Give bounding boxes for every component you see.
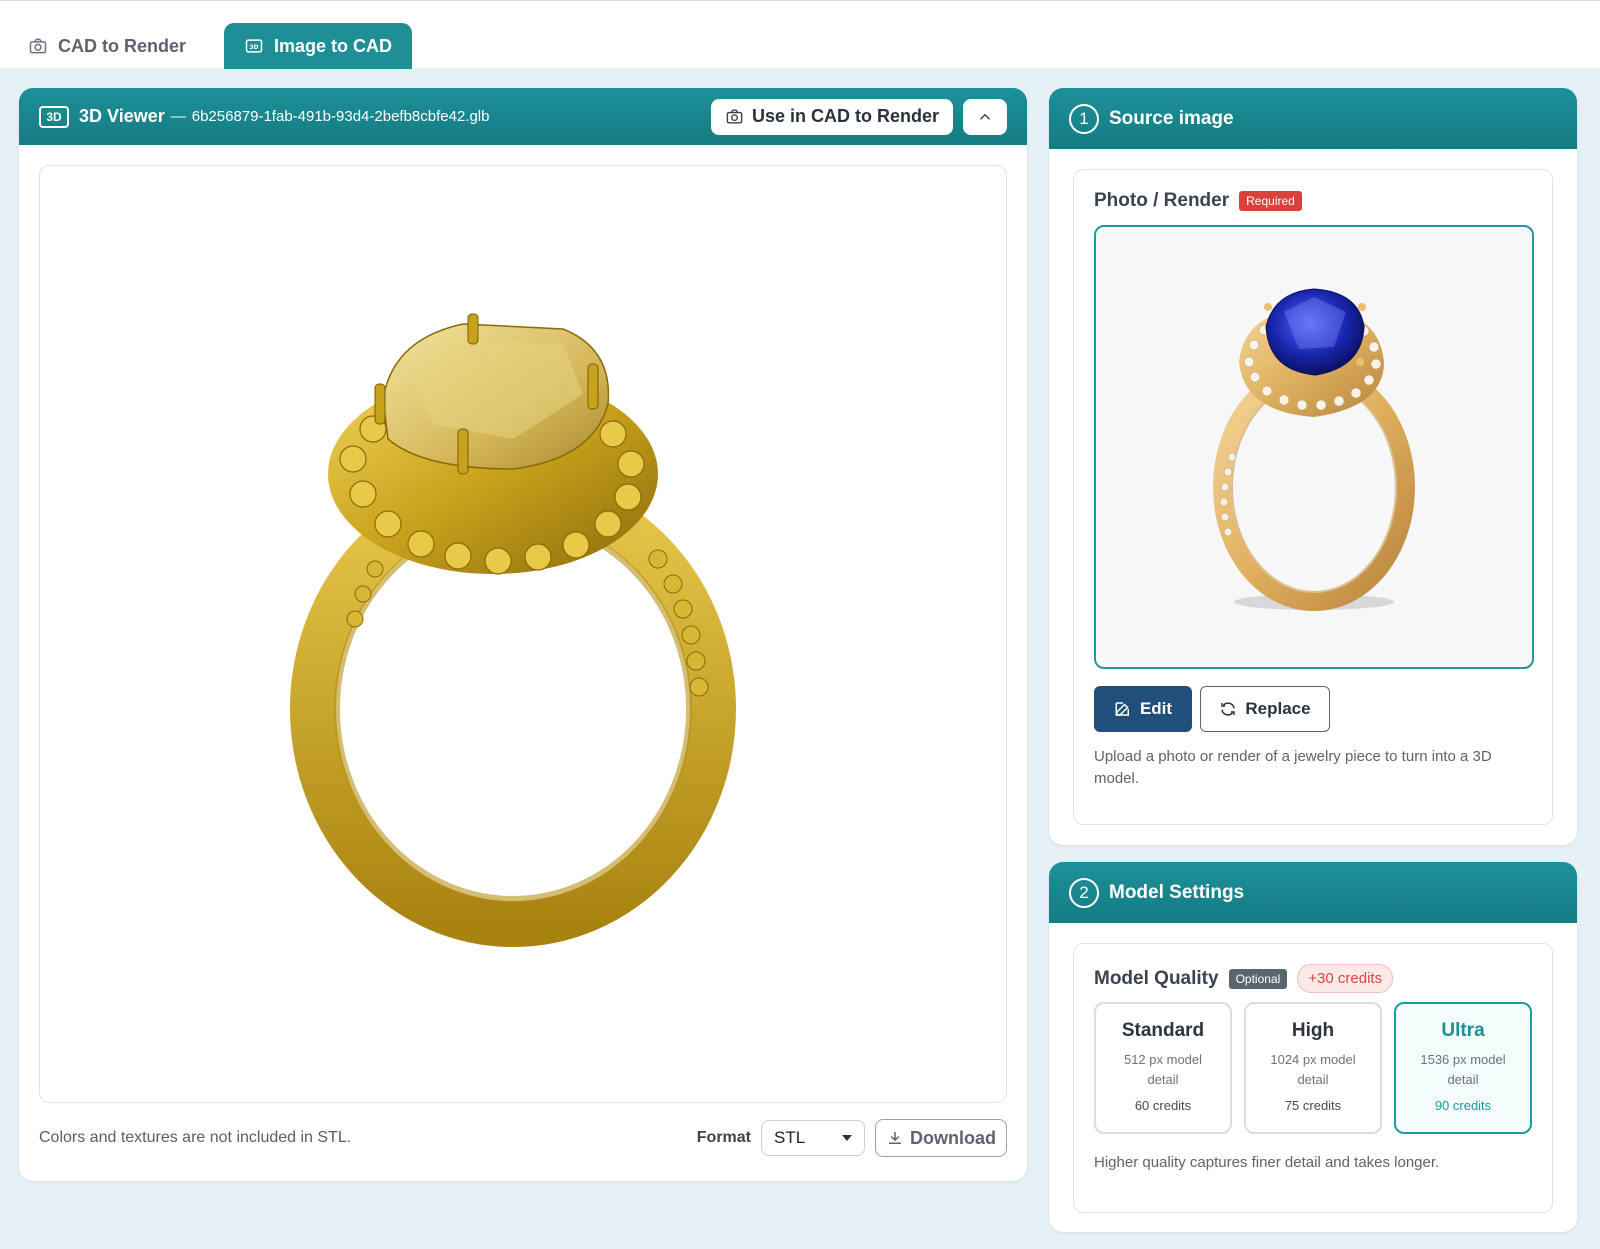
quality-credits: 90 credits <box>1434 1098 1492 1113</box>
optional-badge: Optional <box>1228 968 1288 989</box>
quality-desc: 1024 px model detail <box>1270 1052 1356 1087</box>
upload-help-text: Upload a photo or render of a jewelry pi… <box>1094 748 1492 787</box>
source-image-preview[interactable] <box>1094 225 1534 669</box>
quality-name: High <box>1291 1020 1335 1041</box>
source-header[interactable]: 1 Source image <box>1049 88 1577 149</box>
viewer-title: 3D Viewer <box>79 106 165 126</box>
stl-color-note: Colors and textures are not included in … <box>39 1129 352 1146</box>
3d-box-icon: 3D <box>245 39 263 53</box>
sapphire-ring-photo <box>1213 288 1415 611</box>
use-button-label: Use in CAD to Render <box>751 106 939 126</box>
model-quality-card: Model Quality Optional +30 credits Stand… <box>1073 943 1553 1213</box>
quality-options: Standard 512 px model detail 60 credits … <box>1094 1002 1532 1134</box>
model-filename: 6b256879-1fab-491b-93d4-2befb8cbfe42.glb <box>191 108 490 125</box>
quality-credits: 60 credits <box>1134 1098 1192 1113</box>
photo-render-label: Photo / Render <box>1094 190 1230 211</box>
edit-icon <box>1115 702 1129 716</box>
viewer-panel: 3D 3D Viewer — 6b256879-1fab-491b-93d4-2… <box>19 88 1027 1181</box>
mode-tab-bar: CAD to Render 3D Image to CAD <box>0 0 1600 69</box>
step-number: 2 <box>1069 877 1099 908</box>
step-number: 1 <box>1069 103 1099 134</box>
quality-option-high[interactable]: High 1024 px model detail 75 credits <box>1244 1002 1382 1134</box>
quality-option-standard[interactable]: Standard 512 px model detail 60 credits <box>1094 1002 1232 1134</box>
viewer-footer: Colors and textures are not included in … <box>39 1118 1007 1158</box>
viewer-header: 3D 3D Viewer — 6b256879-1fab-491b-93d4-2… <box>19 88 1027 145</box>
refresh-icon <box>1221 702 1236 716</box>
quality-credits: 75 credits <box>1284 1098 1342 1113</box>
tab-image-to-cad[interactable]: 3D Image to CAD <box>224 23 413 69</box>
camera-icon <box>29 38 47 54</box>
quality-name: Ultra <box>1441 1020 1485 1041</box>
collapse-button[interactable] <box>963 98 1007 135</box>
model-settings-panel: 2 Model Settings Model Quality Optional … <box>1049 862 1577 1232</box>
format-label: Format <box>696 1129 751 1146</box>
format-select[interactable]: STL <box>761 1120 865 1156</box>
settings-title: Model Settings <box>1109 881 1245 903</box>
quality-desc: 512 px model detail <box>1123 1052 1203 1087</box>
title-separator: — <box>170 108 186 125</box>
credits-badge: +30 credits <box>1297 964 1394 993</box>
download-label: Download <box>910 1127 996 1148</box>
download-icon <box>889 1132 901 1144</box>
format-value: STL <box>774 1128 806 1147</box>
download-button[interactable]: Download <box>875 1119 1007 1157</box>
tab-cad-to-render[interactable]: CAD to Render <box>8 23 206 69</box>
model-quality-label: Model Quality <box>1094 967 1219 989</box>
edit-button[interactable]: Edit <box>1094 686 1192 732</box>
required-badge: Required <box>1239 191 1302 211</box>
settings-header[interactable]: 2 Model Settings <box>1049 862 1577 923</box>
source-image-panel: 1 Source image Photo / Render Required E… <box>1049 88 1577 845</box>
quality-desc: 1536 px model detail <box>1420 1052 1506 1087</box>
quality-option-ultra[interactable]: Ultra 1536 px model detail 90 credits <box>1394 1002 1532 1134</box>
caret-down-icon <box>842 1135 852 1141</box>
camera-icon <box>726 109 743 124</box>
chevron-up-icon <box>979 113 991 120</box>
svg-text:3D: 3D <box>250 45 259 51</box>
3d-model-canvas[interactable] <box>39 165 1007 1103</box>
use-in-cad-to-render-button[interactable]: Use in CAD to Render <box>710 98 953 135</box>
replace-button[interactable]: Replace <box>1200 686 1330 732</box>
edit-label: Edit <box>1139 699 1173 718</box>
quality-name: Standard <box>1121 1020 1205 1041</box>
photo-render-card: Photo / Render Required Edit Replace Upl… <box>1073 169 1553 825</box>
source-title: Source image <box>1109 107 1234 129</box>
3d-badge-icon: 3D <box>39 105 69 128</box>
gold-ring-3d-model <box>290 313 736 947</box>
quality-help-text: Higher quality captures finer detail and… <box>1094 1154 1440 1171</box>
tab-label: Image to CAD <box>274 35 393 56</box>
replace-label: Replace <box>1245 699 1311 718</box>
tab-label: CAD to Render <box>58 35 187 56</box>
